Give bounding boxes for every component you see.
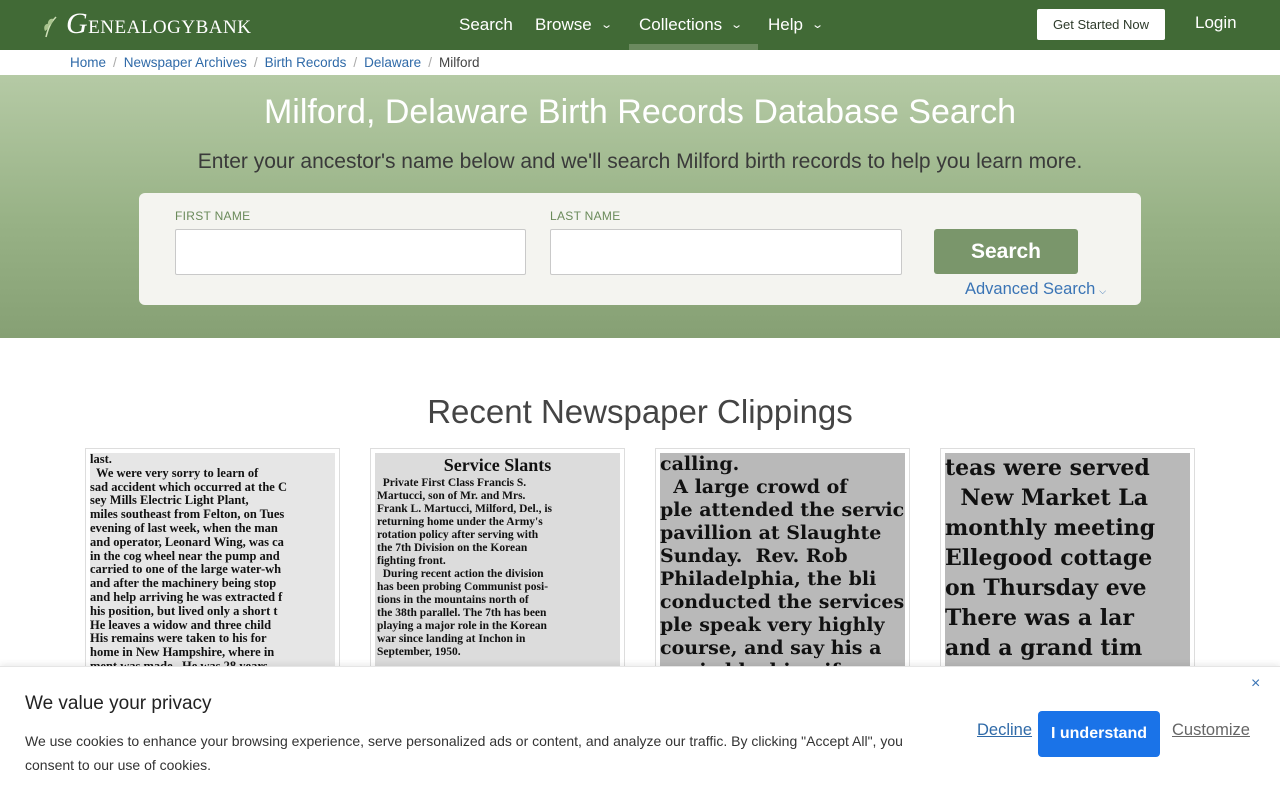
breadcrumb-separator: / — [113, 55, 117, 70]
cookie-title: We value your privacy — [25, 693, 212, 714]
first-name-label: FIRST NAME — [175, 209, 251, 223]
breadcrumb-separator: / — [253, 55, 258, 70]
advanced-search-label: Advanced Search — [965, 280, 1096, 298]
clipping-text: teas were served New Market La monthly m… — [945, 455, 1157, 673]
clipping-image: calling. A large crowd of ple attended t… — [660, 453, 905, 673]
logo-wordmark: GENEALOGYBANK — [66, 7, 252, 40]
clipping-image: teas were served New Market La monthly m… — [945, 453, 1190, 673]
decline-button[interactable]: Decline — [977, 721, 1032, 740]
breadcrumb-home[interactable]: Home — [70, 55, 106, 70]
breadcrumb-newspaper-archives[interactable]: Newspaper Archives — [124, 55, 247, 70]
nav-browse-label: Browse — [535, 15, 592, 34]
breadcrumb-separator: / — [428, 55, 432, 70]
nav-help-label: Help — [768, 15, 803, 34]
login-link[interactable]: Login — [1195, 0, 1237, 46]
clipping-card[interactable]: Service Slants Private First Class Franc… — [370, 448, 625, 678]
chevron-down-icon: ⌄ — [811, 19, 825, 31]
clipping-headline: Service Slants — [443, 455, 552, 475]
clipping-text: last. We were very sorry to learn of sad… — [90, 453, 287, 673]
last-name-input[interactable] — [550, 229, 902, 275]
clipping-card[interactable]: last. We were very sorry to learn of sad… — [85, 448, 340, 678]
get-started-button[interactable]: Get Started Now — [1037, 9, 1165, 40]
top-navbar: GENEALOGYBANK Search Browse ⌄ Collection… — [0, 0, 1280, 50]
search-form: FIRST NAME LAST NAME Search Advanced Sea… — [139, 193, 1141, 305]
close-icon[interactable]: × — [1251, 675, 1260, 693]
chevron-down-icon: ⌄ — [599, 19, 613, 31]
last-name-label: LAST NAME — [550, 209, 621, 223]
nav-help[interactable]: Help ⌄ — [768, 0, 825, 50]
genealogybank-logo[interactable]: GENEALOGYBANK — [42, 4, 251, 44]
clipping-card[interactable]: teas were served New Market La monthly m… — [940, 448, 1195, 678]
advanced-search-link[interactable]: Advanced Search ⌵ — [965, 280, 1106, 299]
page-title: Milford, Delaware Birth Records Database… — [263, 93, 1017, 131]
clippings-section-title: Recent Newspaper Clippings — [427, 393, 853, 430]
accept-button[interactable]: I understand — [1038, 711, 1160, 757]
clipping-image: Service Slants Private First Class Franc… — [375, 453, 620, 673]
nav-active-indicator — [629, 44, 758, 50]
nav-search-label: Search — [459, 15, 513, 34]
cookie-description: We use cookies to enhance your browsing … — [25, 733, 903, 773]
breadcrumb-current: Milford — [438, 55, 480, 70]
nav-collections-label: Collections — [639, 15, 723, 34]
breadcrumb-birth-records[interactable]: Birth Records — [265, 55, 347, 70]
first-name-input[interactable] — [175, 229, 526, 275]
clipping-text: calling. A large crowd of ple attended t… — [660, 453, 905, 673]
clipping-card[interactable]: calling. A large crowd of ple attended t… — [655, 448, 910, 678]
page-subtitle: Enter your ancestor's name below and we'… — [197, 150, 1083, 173]
leaf-logo-icon — [44, 16, 57, 38]
nav-search[interactable]: Search — [459, 0, 513, 50]
nav-browse[interactable]: Browse ⌄ — [535, 0, 613, 50]
chevron-down-icon: ⌄ — [730, 19, 744, 31]
nav-collections[interactable]: Collections ⌄ — [639, 0, 744, 50]
cookie-consent-banner: We value your privacy We use cookies to … — [0, 666, 1280, 800]
chevron-down-icon: ⌵ — [1099, 285, 1107, 296]
clipping-text: Private First Class Francis S. Martucci,… — [377, 477, 553, 658]
breadcrumb: Home / Newspaper Archives / Birth Record… — [70, 50, 479, 75]
customize-button[interactable]: Customize — [1172, 721, 1250, 740]
breadcrumb-delaware[interactable]: Delaware — [364, 55, 421, 70]
hero-search-section: Milford, Delaware Birth Records Database… — [0, 75, 1280, 338]
search-button[interactable]: Search — [934, 229, 1078, 274]
breadcrumb-separator: / — [353, 55, 358, 70]
clipping-image: last. We were very sorry to learn of sad… — [90, 453, 335, 673]
